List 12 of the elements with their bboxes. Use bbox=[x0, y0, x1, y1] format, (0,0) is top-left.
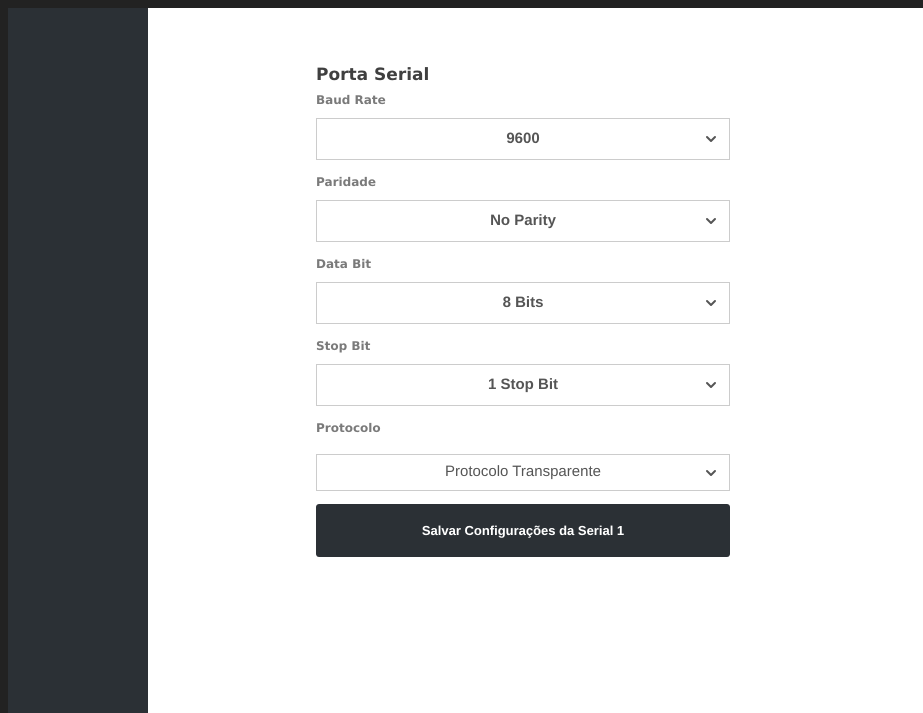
dropdown[interactable]: 9600 bbox=[316, 118, 730, 160]
field-label: Stop Bit bbox=[316, 338, 370, 354]
field-label: Protocolo bbox=[316, 420, 381, 436]
dropdown[interactable]: No Parity bbox=[316, 200, 730, 242]
dropdown[interactable]: 1 Stop Bit bbox=[316, 364, 730, 406]
field-label: Baud Rate bbox=[316, 92, 386, 108]
dropdown[interactable]: Protocolo Transparente bbox=[316, 454, 730, 491]
save-button[interactable]: Salvar Configurações da Serial 1 bbox=[316, 504, 730, 557]
field-label: Data Bit bbox=[316, 256, 372, 272]
field-label: Paridade bbox=[316, 174, 376, 190]
section-title: Porta Serial bbox=[316, 64, 430, 86]
dropdown[interactable]: 8 Bits bbox=[316, 282, 730, 324]
